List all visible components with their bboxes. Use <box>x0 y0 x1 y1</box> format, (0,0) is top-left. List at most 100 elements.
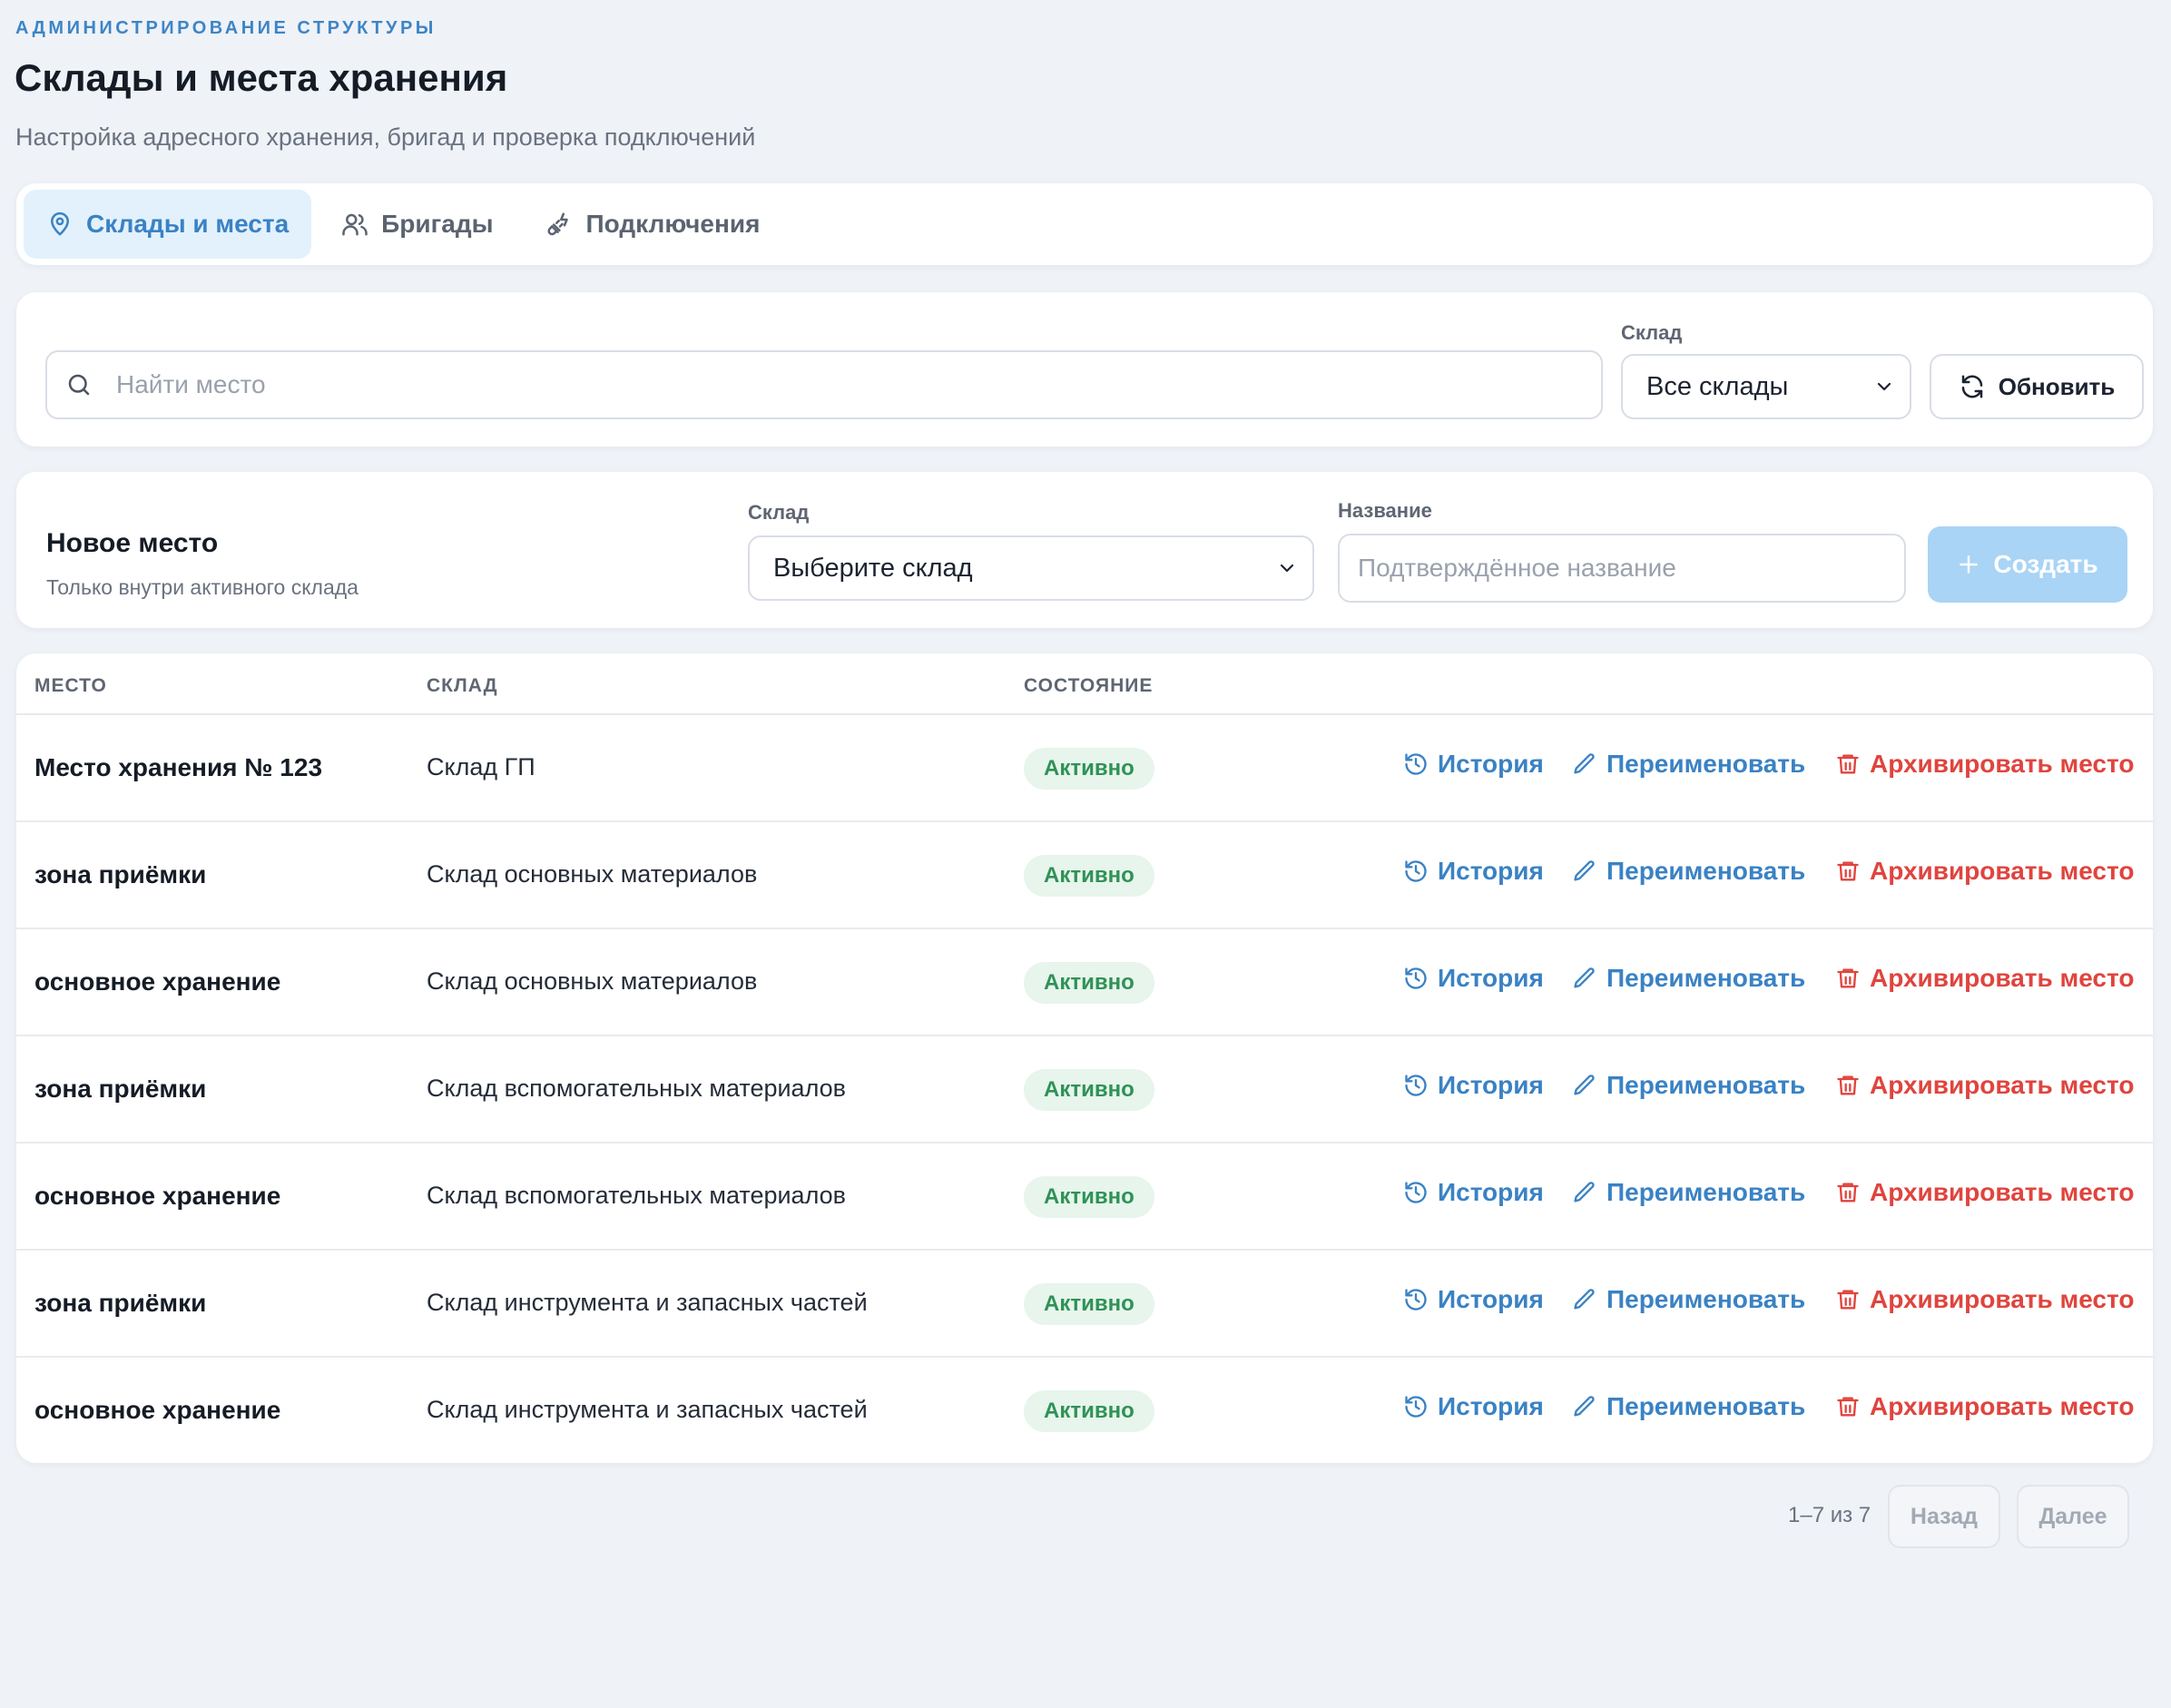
history-icon <box>1405 1075 1427 1096</box>
trash-icon <box>1837 861 1859 881</box>
rename-label: Переименовать <box>1606 1392 1806 1420</box>
warehouse-name: Склад основных материалов <box>427 967 758 995</box>
history-label: История <box>1438 750 1544 778</box>
pencil-icon <box>1574 753 1595 774</box>
table-row: основное хранение Склад основных материал… <box>16 929 2153 1036</box>
rename-label: Переименовать <box>1606 857 1806 885</box>
page-title: Склады и места хранения <box>15 56 508 99</box>
warehouse-filter-select[interactable]: Все склады <box>1621 354 1911 419</box>
rename-button[interactable]: Переименовать <box>1572 964 1805 993</box>
trash-icon <box>1837 1183 1859 1202</box>
archive-button[interactable]: Архивировать место <box>1835 964 2134 993</box>
table-row: основное хранение Склад инструмента и зап… <box>16 1358 2153 1463</box>
rename-label: Переименовать <box>1606 964 1806 992</box>
column-header-place: МЕСТО <box>34 675 107 696</box>
pencil-icon <box>1574 860 1595 881</box>
rename-label: Переименовать <box>1606 1178 1806 1206</box>
tab-connections[interactable]: Подключения <box>524 190 783 259</box>
table-header: МЕСТО СКЛАД СОСТОЯНИЕ <box>16 653 2153 715</box>
filter-panel: Склад Все склады Обновить <box>16 292 2153 447</box>
new-place-name-input[interactable] <box>1358 554 1884 583</box>
create-button[interactable]: Создать <box>1928 526 2127 603</box>
rename-button[interactable]: Переименовать <box>1572 750 1805 779</box>
trash-icon <box>1837 1397 1859 1417</box>
warehouse-name: Склад вспомогательных материалов <box>427 1075 846 1102</box>
table-row: основное хранение Склад вспомогательных м… <box>16 1144 2153 1251</box>
archive-button[interactable]: Архивировать место <box>1835 750 2134 779</box>
places-table: МЕСТО СКЛАД СОСТОЯНИЕ Место хранения № 1… <box>16 653 2153 1463</box>
pencil-icon <box>1574 1289 1595 1310</box>
chevron-down-icon <box>1280 564 1294 573</box>
rename-button[interactable]: Переименовать <box>1572 1178 1805 1207</box>
place-name: основное хранение <box>34 1182 281 1210</box>
rename-button[interactable]: Переименовать <box>1572 1392 1805 1421</box>
history-button[interactable]: История <box>1403 964 1544 993</box>
trash-icon <box>1837 968 1859 988</box>
rename-button[interactable]: Переименовать <box>1572 1071 1805 1100</box>
users-icon <box>342 213 368 236</box>
tab-brigades[interactable]: Бригады <box>319 190 516 259</box>
tab-label: Бригады <box>381 210 494 238</box>
tabs-bar: Склады и места Бригады Подключения <box>16 183 2153 265</box>
warehouse-name: Склад инструмента и запасных частей <box>427 1289 868 1316</box>
history-icon <box>1405 1289 1427 1310</box>
history-button[interactable]: История <box>1403 1178 1544 1207</box>
trash-icon <box>1837 1075 1859 1095</box>
archive-label: Архивировать место <box>1870 1285 2135 1313</box>
history-icon <box>1405 967 1427 989</box>
status-badge: Активно <box>1024 1390 1154 1432</box>
history-button[interactable]: История <box>1403 1071 1544 1100</box>
archive-label: Архивировать место <box>1870 1392 2135 1420</box>
trash-icon <box>1837 1290 1859 1310</box>
new-place-title: Новое место <box>46 528 219 558</box>
pencil-icon <box>1574 1075 1595 1095</box>
archive-label: Архивировать место <box>1870 1178 2135 1206</box>
new-place-name-field[interactable] <box>1338 534 1906 603</box>
new-place-name-label: Название <box>1338 499 1432 522</box>
archive-button[interactable]: Архивировать место <box>1835 857 2134 886</box>
status-badge: Активно <box>1024 962 1154 1004</box>
history-button[interactable]: История <box>1403 1285 1544 1314</box>
new-place-warehouse-label: Склад <box>748 501 810 524</box>
rename-label: Переименовать <box>1606 750 1806 778</box>
place-name: основное хранение <box>34 967 281 996</box>
archive-button[interactable]: Архивировать место <box>1835 1178 2134 1207</box>
new-place-subtitle: Только внутри активного склада <box>46 575 359 599</box>
history-label: История <box>1438 857 1544 885</box>
history-label: История <box>1438 1285 1544 1313</box>
next-page-button[interactable]: Далее <box>2017 1485 2129 1548</box>
archive-label: Архивировать место <box>1870 964 2135 992</box>
status-badge: Активно <box>1024 1069 1154 1111</box>
status-badge: Активно <box>1024 1176 1154 1218</box>
pencil-icon <box>1574 1182 1595 1202</box>
chevron-down-icon <box>1877 382 1891 391</box>
warehouse-name: Склад основных материалов <box>427 860 758 888</box>
status-badge: Активно <box>1024 748 1154 790</box>
plus-icon <box>1960 555 1979 574</box>
search-input[interactable] <box>116 370 1568 399</box>
search-field[interactable] <box>45 350 1603 419</box>
warehouse-filter-label: Склад <box>1621 321 1683 344</box>
table-row: Место хранения № 123 Склад ГП Активно Истор… <box>16 715 2153 822</box>
archive-button[interactable]: Архивировать место <box>1835 1071 2134 1100</box>
refresh-button[interactable]: Обновить <box>1930 354 2144 419</box>
tab-label: Склады и места <box>86 210 290 238</box>
history-button[interactable]: История <box>1403 857 1544 886</box>
new-place-warehouse-select[interactable]: Выберите склад <box>748 535 1314 601</box>
column-header-warehouse: СКЛАД <box>427 675 498 696</box>
rename-button[interactable]: Переименовать <box>1572 857 1805 886</box>
warehouse-filter-value: Все склады <box>1646 371 1789 401</box>
table-row: зона приёмки Склад основных материалов Акт… <box>16 822 2153 929</box>
tab-warehouses[interactable]: Склады и места <box>24 190 312 259</box>
rename-label: Переименовать <box>1606 1285 1806 1313</box>
history-label: История <box>1438 1392 1544 1420</box>
archive-button[interactable]: Архивировать место <box>1835 1285 2134 1314</box>
archive-button[interactable]: Архивировать место <box>1835 1392 2134 1421</box>
place-name: зона приёмки <box>34 860 207 888</box>
rename-button[interactable]: Переименовать <box>1572 1285 1805 1314</box>
history-label: История <box>1438 1178 1544 1206</box>
history-button[interactable]: История <box>1403 1392 1544 1421</box>
history-button[interactable]: История <box>1403 750 1544 779</box>
prev-page-button[interactable]: Назад <box>1888 1485 2000 1548</box>
table-row: зона приёмки Склад инструмента и запасных… <box>16 1251 2153 1358</box>
